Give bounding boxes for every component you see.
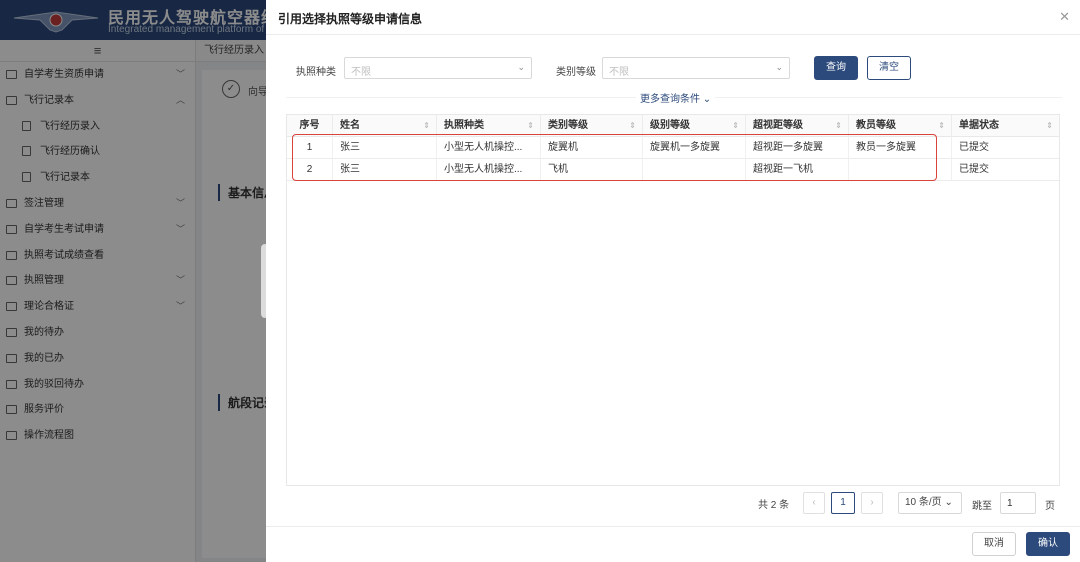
cell-bvlos-level: 超视距一飞机 bbox=[746, 159, 849, 181]
cell-category: 旋翼机 bbox=[541, 137, 643, 159]
page-unit: 页 bbox=[1045, 501, 1055, 512]
cell-status: 已提交 bbox=[959, 142, 989, 153]
cell-index: 1 bbox=[287, 137, 333, 159]
cell-name: 张三 bbox=[333, 159, 437, 181]
col-bvlos-level[interactable]: 超视距等级 ⇕ bbox=[746, 115, 849, 137]
sort-icon[interactable]: ⇕ bbox=[527, 115, 534, 137]
cell-index: 2 bbox=[287, 159, 333, 181]
sort-icon[interactable]: ⇕ bbox=[732, 115, 739, 137]
close-icon[interactable]: ✕ bbox=[1059, 9, 1070, 25]
drawer-title: 引用选择执照等级申请信息 bbox=[278, 12, 423, 26]
col-status[interactable]: 单据状态 ⇕ bbox=[952, 115, 1059, 137]
clear-button[interactable]: 清空 bbox=[867, 56, 911, 80]
table-row[interactable]: 2 张三 小型无人机操控... 飞机 超视距一飞机 已提交 bbox=[287, 159, 1059, 181]
sort-icon[interactable]: ⇕ bbox=[1046, 115, 1053, 137]
col-instructor-level[interactable]: 教员等级 ⇕ bbox=[849, 115, 952, 137]
table-header: 序号 姓名 ⇕ 执照种类 ⇕ 类别等级 ⇕ 级别等级 ⇕ 超视距等级 ⇕ 教员等级 ⇕ 单据… bbox=[287, 115, 1059, 137]
cell-license-type: 小型无人机操控... bbox=[437, 137, 541, 159]
category-select[interactable]: 不限 ⌄ bbox=[602, 57, 790, 79]
cell-instructor-level: 教员一多旋翼 bbox=[849, 137, 952, 159]
col-level[interactable]: 级别等级 ⇕ bbox=[643, 115, 746, 137]
chevron-down-icon: ⌄ bbox=[517, 62, 525, 72]
page-size-select[interactable]: 10 条/页 ⌄ bbox=[898, 492, 962, 514]
query-button[interactable]: 查询 bbox=[814, 56, 858, 80]
cancel-button[interactable]: 取消 bbox=[972, 532, 1016, 556]
col-name[interactable]: 姓名 ⇕ bbox=[333, 115, 437, 137]
page-current[interactable]: 1 bbox=[831, 492, 855, 514]
cell-level: 旋翼机一多旋翼 bbox=[643, 137, 746, 159]
cell-instructor-level bbox=[849, 159, 952, 181]
col-category[interactable]: 类别等级 ⇕ bbox=[541, 115, 643, 137]
more-filters-link[interactable]: 更多查询条件 ⌄ bbox=[636, 90, 716, 105]
prev-page-icon[interactable]: ‹ bbox=[803, 492, 825, 514]
col-license-type[interactable]: 执照种类 ⇕ bbox=[437, 115, 541, 137]
select-license-drawer: 引用选择执照等级申请信息 ✕ 执照种类 不限 ⌄ 类别等级 不限 ⌄ 查询 清空… bbox=[266, 0, 1080, 562]
jump-page-input[interactable] bbox=[1000, 492, 1036, 514]
divider bbox=[266, 34, 1080, 35]
license-type-select[interactable]: 不限 ⌄ bbox=[344, 57, 532, 79]
sort-icon[interactable]: ⇕ bbox=[835, 115, 842, 137]
cell-name: 张三 bbox=[333, 137, 437, 159]
category-label: 类别等级 bbox=[556, 67, 596, 78]
results-table: 序号 姓名 ⇕ 执照种类 ⇕ 类别等级 ⇕ 级别等级 ⇕ 超视距等级 ⇕ 教员等级 ⇕ 单据… bbox=[286, 114, 1060, 486]
cell-category: 飞机 bbox=[541, 159, 643, 181]
table-row[interactable]: 1 张三 小型无人机操控... 旋翼机 旋翼机一多旋翼 超视距一多旋翼 教员一多… bbox=[287, 137, 1059, 159]
license-type-label: 执照种类 bbox=[296, 67, 336, 78]
sort-icon[interactable]: ⇕ bbox=[938, 115, 945, 137]
confirm-button[interactable]: 确认 bbox=[1026, 532, 1070, 556]
cell-license-type: 小型无人机操控... bbox=[437, 159, 541, 181]
col-index: 序号 bbox=[287, 115, 333, 137]
sort-icon[interactable]: ⇕ bbox=[423, 115, 430, 137]
jump-label: 跳至 bbox=[972, 501, 992, 512]
pagination-total: 共 2 条 bbox=[758, 500, 790, 511]
chevron-down-icon: ⌄ bbox=[775, 62, 783, 72]
cell-level bbox=[643, 159, 746, 181]
cell-bvlos-level: 超视距一多旋翼 bbox=[746, 137, 849, 159]
sort-icon[interactable]: ⇕ bbox=[629, 115, 636, 137]
divider bbox=[266, 526, 1080, 527]
cell-status: 已提交 bbox=[959, 164, 989, 175]
next-page-icon[interactable]: › bbox=[861, 492, 883, 514]
